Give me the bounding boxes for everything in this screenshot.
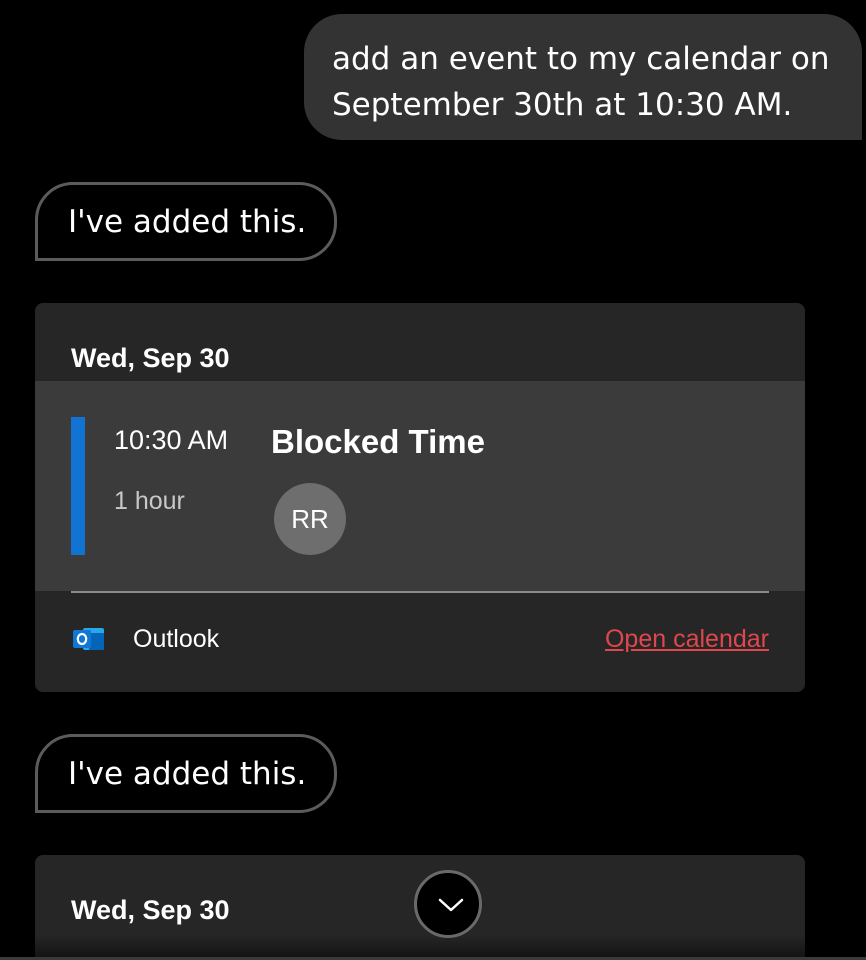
assistant-reply-bubble: I've added this. — [35, 182, 337, 261]
calendar-event-card[interactable]: Wed, Sep 30 10:30 AM 1 hour Blocked Time… — [35, 303, 805, 692]
attendee-avatar: RR — [274, 483, 346, 555]
event-duration: 1 hour — [114, 487, 185, 515]
event-title: Blocked Time — [271, 423, 485, 460]
event-start-time: 10:30 AM — [114, 425, 229, 455]
event-date-heading: Wed, Sep 30 — [71, 343, 230, 373]
source-app-label: Outlook — [133, 625, 220, 653]
chevron-down-icon — [438, 898, 464, 912]
open-calendar-link[interactable]: Open calendar — [605, 625, 769, 654]
user-message-text: add an event to my calendar on September… — [332, 41, 830, 123]
event-date-heading: Wed, Sep 30 — [71, 895, 230, 925]
user-message-bubble: add an event to my calendar on September… — [304, 14, 862, 140]
chat-window: add an event to my calendar on September… — [0, 0, 866, 960]
scroll-to-bottom-button[interactable] — [414, 870, 482, 938]
assistant-reply-text: I've added this. — [68, 756, 307, 792]
event-color-bar — [71, 417, 85, 555]
event-details-panel[interactable]: 10:30 AM 1 hour Blocked Time RR — [35, 381, 805, 591]
assistant-reply-text: I've added this. — [68, 204, 307, 240]
card-divider — [71, 591, 769, 593]
assistant-reply-bubble: I've added this. — [35, 734, 337, 813]
outlook-icon — [73, 625, 105, 653]
